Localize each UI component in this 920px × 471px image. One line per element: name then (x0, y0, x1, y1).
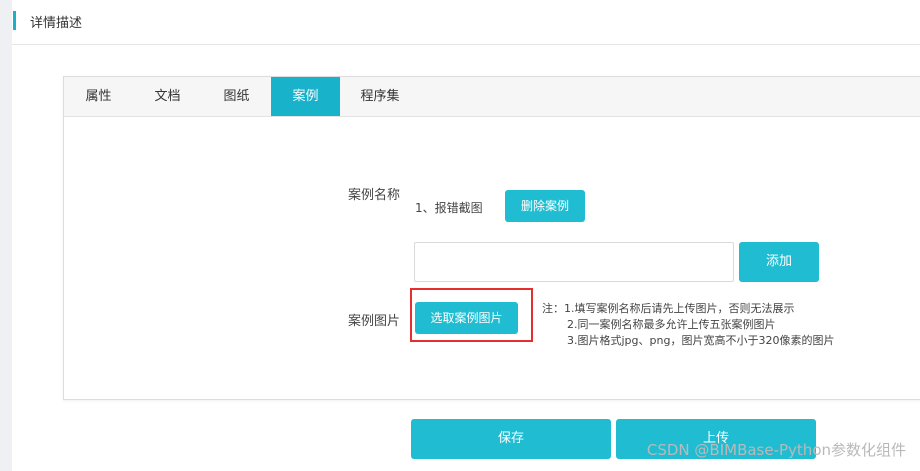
save-button[interactable]: 保存 (411, 419, 611, 459)
detail-panel: 属性 文档 图纸 案例 程序集 案例名称 1、报错截图 删除案例 添加 案例图片… (63, 76, 920, 400)
tab-documents[interactable]: 文档 (133, 77, 202, 116)
case-image-label: 案例图片 (348, 314, 401, 329)
case-list-item: 1、报错截图 (415, 201, 483, 215)
tab-attributes[interactable]: 属性 (64, 77, 133, 116)
case-name-label: 案例名称 (348, 188, 401, 203)
header-accent-bar (13, 11, 16, 30)
tab-assemblies[interactable]: 程序集 (340, 77, 420, 116)
upload-note-1: 注：1.填写案例名称后请先上传图片，否则无法展示 (542, 302, 795, 315)
tab-bar: 属性 文档 图纸 案例 程序集 (64, 77, 920, 117)
delete-case-button[interactable]: 删除案例 (505, 190, 585, 222)
tab-drawings[interactable]: 图纸 (202, 77, 271, 116)
case-name-input[interactable] (414, 242, 734, 282)
left-strip (0, 0, 12, 471)
add-case-button[interactable]: 添加 (739, 242, 819, 282)
section-title: 详情描述 (30, 16, 83, 31)
upload-note-2: 2.同一案例名称最多允许上传五张案例图片 (567, 318, 776, 331)
upload-note-3: 3.图片格式jpg、png，图片宽高不小于320像素的图片 (567, 334, 835, 347)
tab-cases[interactable]: 案例 (271, 77, 340, 116)
section-header: 详情描述 (12, 0, 920, 45)
select-case-image-button[interactable]: 选取案例图片 (415, 302, 518, 334)
watermark: CSDN @BIMBase-Python参数化组件 (646, 441, 906, 459)
